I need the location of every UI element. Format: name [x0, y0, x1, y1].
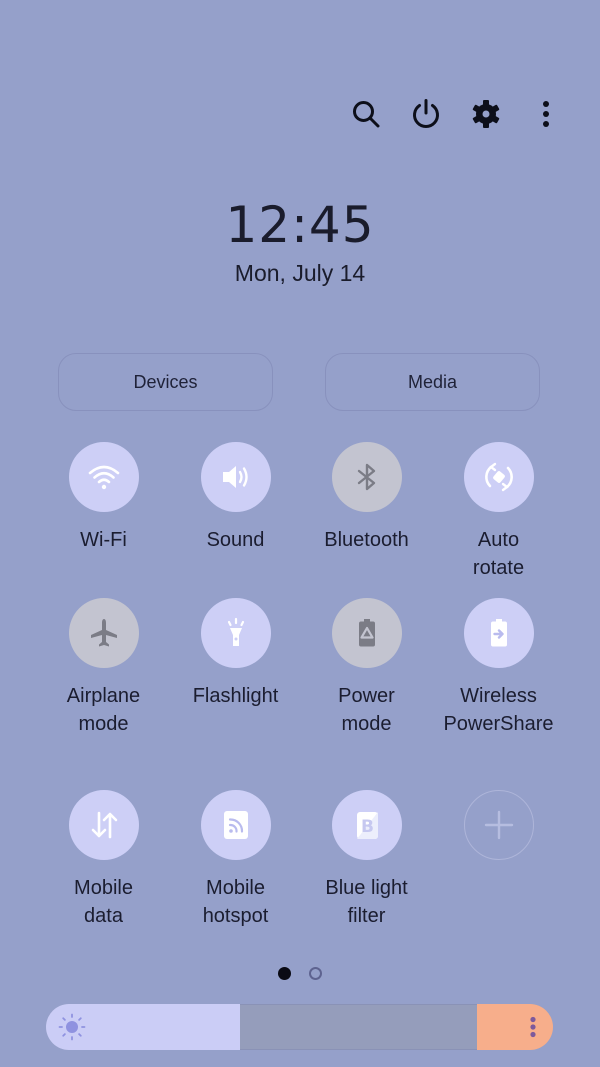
brightness-slider-track[interactable]: [240, 1004, 477, 1050]
tile-label: Mobile hotspot: [202, 877, 269, 927]
tile-bluetooth-toggle[interactable]: [331, 442, 402, 512]
brightness-slider[interactable]: [46, 1004, 553, 1050]
tile-label: Power mode: [338, 685, 395, 735]
auto-rotate-icon: [484, 462, 513, 492]
tile-bluetooth[interactable]: Bluetooth: [301, 442, 432, 554]
mobile-data-icon: [91, 811, 117, 839]
tile-wireless-powershare-toggle[interactable]: [463, 598, 534, 668]
tile-label: Bluetooth: [324, 529, 409, 551]
tile-airplane-mode[interactable]: Airplane mode: [38, 598, 169, 738]
tile-mobile-data[interactable]: Mobile data: [38, 790, 169, 930]
clock-date[interactable]: Mon, July 14: [0, 260, 600, 287]
blue-light-filter-icon: B: [356, 812, 378, 839]
media-button[interactable]: Media: [325, 353, 540, 411]
clock-time[interactable]: 12:45: [0, 196, 600, 254]
search-button[interactable]: [336, 92, 396, 136]
tile-sound-toggle[interactable]: [200, 442, 271, 512]
more-options-button[interactable]: [516, 92, 576, 136]
tile-airplane-mode-toggle[interactable]: [68, 598, 139, 668]
tile-power-mode[interactable]: Power mode: [301, 598, 432, 738]
tile-mobile-data-toggle[interactable]: [68, 790, 139, 860]
tile-flashlight[interactable]: Flashlight: [170, 598, 301, 710]
tile-label: Blue light filter: [325, 877, 408, 927]
tile-label: Mobile data: [74, 877, 133, 927]
power-button[interactable]: [396, 92, 456, 136]
gear-icon: [472, 100, 500, 128]
page-dot-1[interactable]: [278, 967, 291, 980]
page-dot-2[interactable]: [309, 967, 322, 980]
tile-label: Auto rotate: [472, 529, 525, 579]
devices-button[interactable]: Devices: [58, 353, 273, 411]
flashlight-icon: [227, 617, 244, 646]
page-indicator: [278, 967, 322, 980]
tile-flashlight-toggle[interactable]: [200, 598, 271, 668]
tile-sound[interactable]: Sound: [170, 442, 301, 554]
tile-label: Wireless PowerShare: [443, 685, 554, 735]
tile-wifi-toggle[interactable]: [68, 442, 139, 512]
tile-blue-light-filter-toggle[interactable]: B: [331, 790, 402, 860]
tile-label: Airplane mode: [66, 685, 141, 735]
mobile-hotspot-icon: [223, 811, 248, 839]
top-actions: [336, 92, 576, 136]
tile-mobile-hotspot[interactable]: Mobile hotspot: [170, 790, 301, 930]
bluetooth-icon: [357, 463, 375, 491]
add-tile-circle[interactable]: [463, 790, 534, 860]
tile-auto-rotate-toggle[interactable]: [463, 442, 534, 512]
tile-wireless-powershare[interactable]: Wireless PowerShare: [433, 598, 564, 738]
more-vertical-icon: [543, 101, 549, 127]
tile-power-mode-toggle[interactable]: [331, 598, 402, 668]
brightness-sun-icon: [58, 1013, 86, 1041]
add-icon: [484, 810, 513, 840]
tile-mobile-hotspot-toggle[interactable]: [200, 790, 271, 860]
tile-label: Sound: [206, 529, 265, 551]
tile-wifi[interactable]: Wi-Fi: [38, 442, 169, 554]
settings-button[interactable]: [456, 92, 516, 136]
add-tile-button[interactable]: [433, 790, 564, 860]
tile-label: Flashlight: [192, 685, 279, 707]
svg-text:B: B: [361, 817, 374, 837]
tile-label: Wi-Fi: [80, 529, 127, 551]
airplane-icon: [90, 619, 117, 647]
brightness-more-button[interactable]: [477, 1004, 553, 1050]
power-mode-icon: [358, 619, 375, 647]
sound-icon: [222, 466, 248, 488]
tile-auto-rotate[interactable]: Auto rotate: [433, 442, 564, 582]
brightness-slider-fill[interactable]: [46, 1004, 240, 1050]
tile-blue-light-filter[interactable]: B Blue light filter: [301, 790, 432, 930]
more-vertical-icon: [530, 1016, 536, 1038]
wireless-powershare-icon: [490, 619, 507, 647]
wifi-icon: [88, 465, 119, 490]
search-icon: [353, 101, 380, 128]
power-icon: [413, 99, 439, 128]
